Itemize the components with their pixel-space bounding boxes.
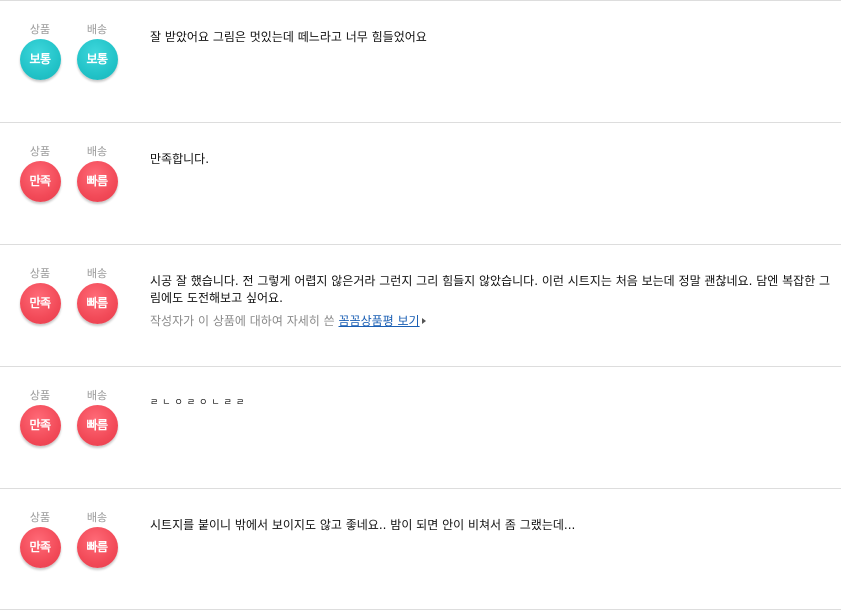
review-text: 만족합니다. — [150, 152, 210, 166]
review-item: 상품 만족 배송 빠름 시공 잘 했습니다. 전 그렇게 어렵지 않은거라 그런… — [0, 244, 841, 366]
product-rating-badge: 보통 — [19, 39, 61, 80]
product-rating: 상품 보통 — [17, 1, 63, 80]
delivery-rating-badge: 보통 — [76, 39, 118, 80]
delivery-rating: 배송 빠름 — [74, 489, 120, 568]
delivery-rating-label: 배송 — [86, 511, 108, 524]
review-text: ㄹㄴㅇㄹㅇㄴㄹㄹ — [150, 398, 249, 408]
delivery-rating: 배송 빠름 — [74, 123, 120, 202]
review-item: 상품 보통 배송 보통 잘 받았어요 그림은 멋있는데 떼느라고 너무 힘들었어… — [0, 0, 841, 122]
product-rating-label: 상품 — [29, 511, 51, 524]
delivery-rating-label: 배송 — [86, 23, 108, 36]
product-rating-badge: 만족 — [19, 283, 61, 324]
detailed-review-line: 작성자가 이 상품에 대하여 자세히 쓴 꼼꼼상품평 보기 — [150, 313, 426, 330]
detailed-review-link[interactable]: 꼼꼼상품평 보기 — [339, 314, 420, 328]
detailed-review-prefix: 작성자가 이 상품에 대하여 자세히 쓴 — [150, 314, 339, 328]
delivery-rating-label: 배송 — [86, 389, 108, 402]
product-rating-label: 상품 — [29, 145, 51, 158]
product-rating: 상품 만족 — [17, 367, 63, 446]
delivery-rating-badge: 빠름 — [76, 527, 118, 568]
product-rating-label: 상품 — [29, 389, 51, 402]
delivery-rating-badge: 빠름 — [76, 283, 118, 324]
review-item: 상품 만족 배송 빠름 ㄹㄴㅇㄹㅇㄴㄹㄹ — [0, 366, 841, 488]
delivery-rating-label: 배송 — [86, 267, 108, 280]
delivery-rating: 배송 보통 — [74, 1, 120, 80]
product-rating-badge: 만족 — [19, 527, 61, 568]
delivery-rating-badge: 빠름 — [76, 405, 118, 446]
review-text: 잘 받았어요 그림은 멋있는데 떼느라고 너무 힘들었어요 — [150, 30, 427, 44]
arrow-right-icon[interactable] — [421, 318, 426, 324]
delivery-rating: 배송 빠름 — [74, 367, 120, 446]
review-text: 시트지를 붙이니 밖에서 보이지도 않고 좋네요.. 밤이 되면 안이 비쳐서 … — [150, 518, 576, 532]
delivery-rating: 배송 빠름 — [74, 245, 120, 324]
review-item: 상품 만족 배송 빠름 시트지를 붙이니 밖에서 보이지도 않고 좋네요.. 밤… — [0, 488, 841, 610]
product-rating-badge: 만족 — [19, 161, 61, 202]
delivery-rating-badge: 빠름 — [76, 161, 118, 202]
delivery-rating-label: 배송 — [86, 145, 108, 158]
product-rating-label: 상품 — [29, 23, 51, 36]
review-list: 상품 보통 배송 보통 잘 받았어요 그림은 멋있는데 떼느라고 너무 힘들었어… — [0, 0, 841, 612]
review-item: 상품 만족 배송 빠름 만족합니다. — [0, 122, 841, 244]
product-rating: 상품 만족 — [17, 123, 63, 202]
product-rating-badge: 만족 — [19, 405, 61, 446]
review-text: 시공 잘 했습니다. 전 그렇게 어렵지 않은거라 그런지 그리 힘들지 않았습… — [150, 274, 831, 305]
product-rating: 상품 만족 — [17, 489, 63, 568]
product-rating: 상품 만족 — [17, 245, 63, 324]
product-rating-label: 상품 — [29, 267, 51, 280]
